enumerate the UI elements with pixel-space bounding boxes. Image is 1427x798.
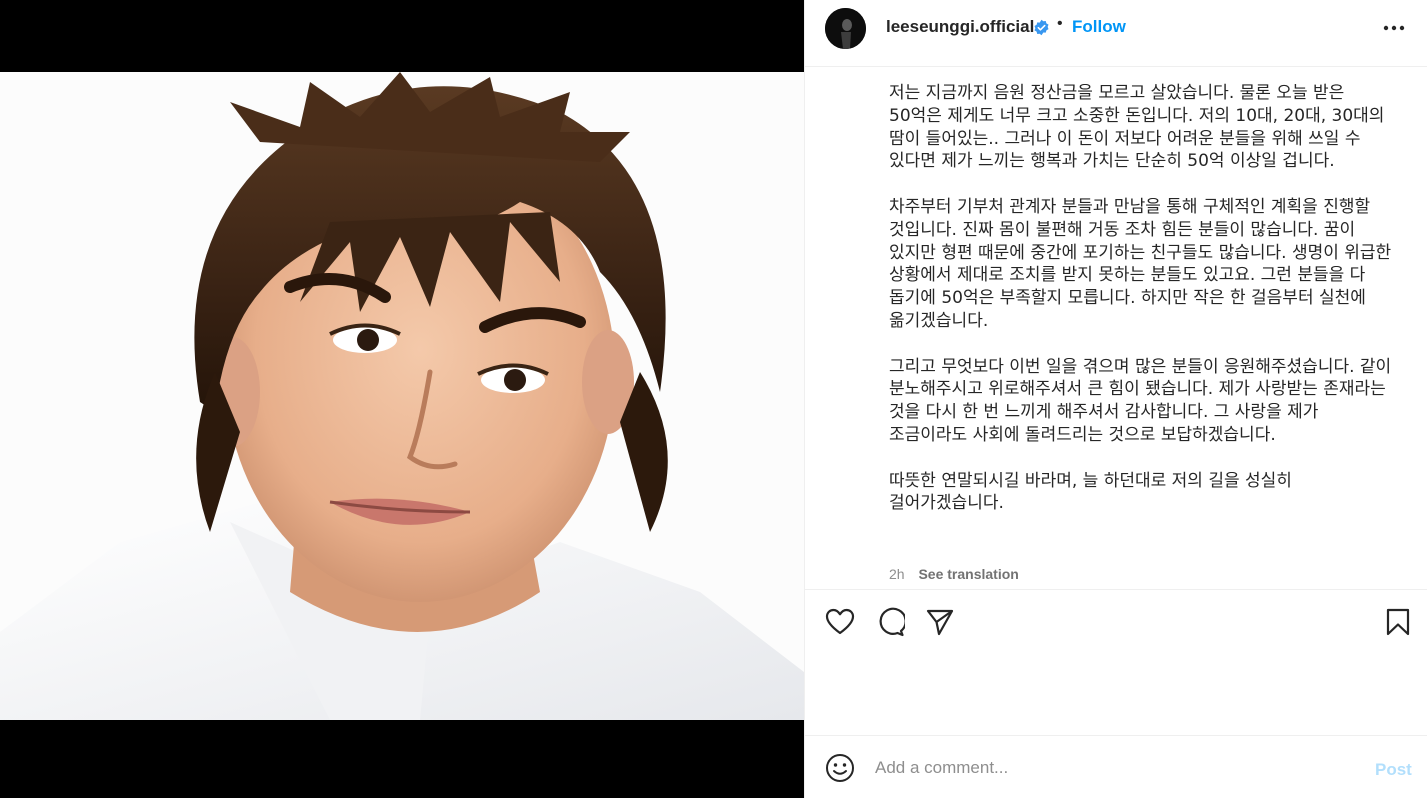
heart-icon[interactable] [825,607,855,637]
post-header: leeseunggi.official • Follow [805,0,1427,67]
post-timestamp[interactable]: 2h [889,566,905,582]
more-options-icon[interactable] [1381,18,1407,38]
paper-plane-icon[interactable] [925,607,955,637]
caption-paragraph: 따뜻한 연말되시길 바라며, 늘 하던대로 저의 길을 성실히 걸어가겠습니다. [889,470,1292,514]
post-media[interactable] [0,0,804,798]
verified-badge-icon [1033,19,1050,36]
follow-button[interactable]: Follow [1072,17,1126,37]
caption-paragraph: 저는 지금까지 음원 정산금을 모르고 살았습니다. 물론 오늘 받은 50억은… [889,83,1385,172]
comment-icon[interactable] [875,607,907,637]
avatar-image [825,8,866,49]
post-side-panel: leeseunggi.official • Follow 저는 지금까지 음원 … [804,0,1427,798]
username[interactable]: leeseunggi.official [886,17,1034,37]
post-actions [805,589,1427,649]
caption-paragraph: 차주부터 기부처 관계자 분들과 만남을 통해 구체적인 계획을 진행할 것입니… [889,196,1392,331]
post-meta: 2h See translation [889,566,1019,582]
post-photo[interactable] [0,72,804,720]
comment-input[interactable] [875,756,1345,780]
caption-paragraph: 그리고 무엇보다 이번 일을 겪으며 많은 분들이 응원해주셨습니다. 같이 분… [889,356,1392,445]
smiley-icon[interactable] [825,753,855,783]
header-separator: • [1057,15,1063,32]
instagram-post-viewer: leeseunggi.official • Follow 저는 지금까지 음원 … [0,0,1427,798]
post-comment-button[interactable]: Post [1375,760,1412,780]
avatar[interactable] [825,8,866,49]
see-translation-button[interactable]: See translation [918,566,1018,582]
bookmark-icon[interactable] [1383,607,1413,637]
post-caption: 저는 지금까지 음원 정산금을 모르고 살았습니다. 물론 오늘 받은 50억은… [889,82,1399,538]
comment-bar: Post [805,735,1427,798]
portrait-image [0,72,804,720]
